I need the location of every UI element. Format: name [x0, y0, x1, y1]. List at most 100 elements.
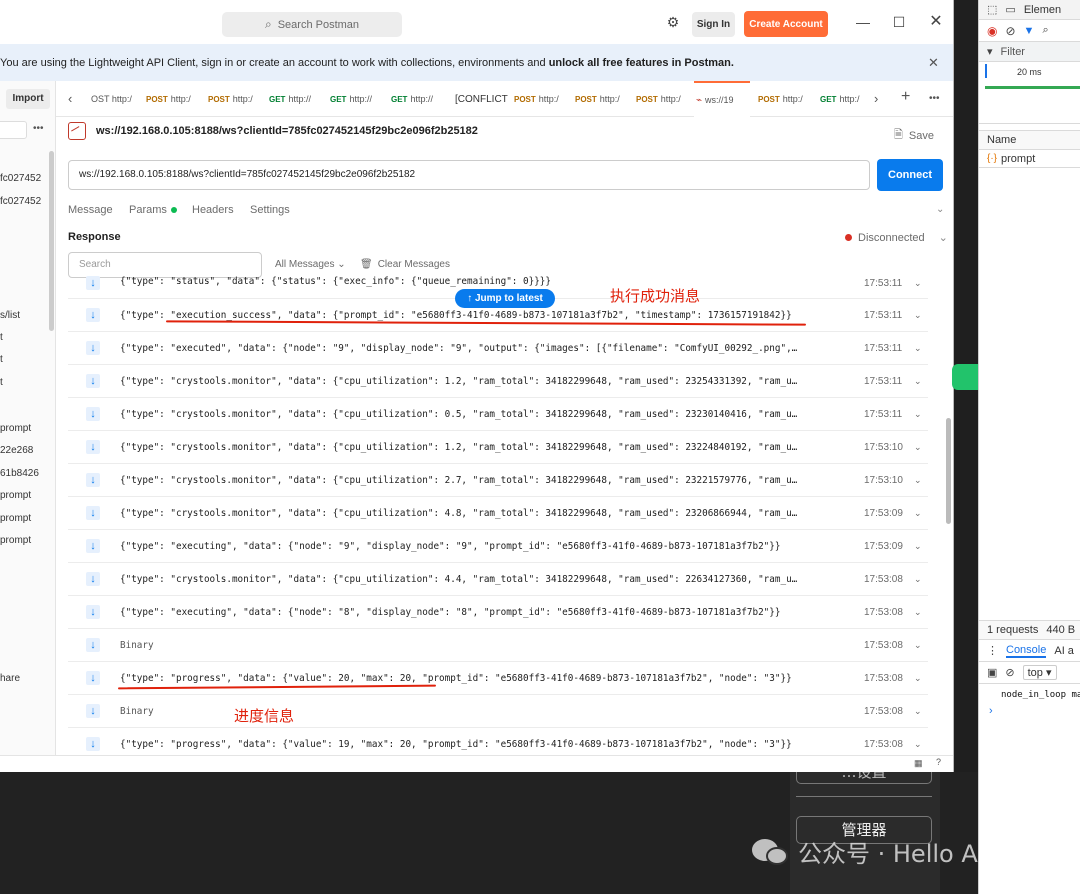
url-input[interactable]: ws://192.168.0.105:8188/ws?clientId=785f… — [68, 160, 870, 190]
message-row[interactable]: ↓ {"type": "crystools.monitor", "data": {… — [68, 398, 928, 431]
sidebar-item[interactable]: prompt — [0, 513, 31, 524]
tab-ai-assistance[interactable]: AI a — [1054, 645, 1074, 657]
tab-console[interactable]: Console — [1006, 644, 1047, 658]
tab-elements[interactable]: Elemen — [1024, 4, 1061, 16]
message-list-scrollbar[interactable] — [946, 418, 951, 524]
request-tab[interactable]: GET http:// — [328, 81, 386, 117]
tab-headers[interactable]: Headers — [192, 204, 250, 216]
message-row[interactable]: ↓ {"type": "crystools.monitor", "data": {… — [68, 365, 928, 398]
clear-icon[interactable]: ⊘ — [1005, 24, 1015, 38]
message-row[interactable]: ↓ {"type": "crystools.monitor", "data": {… — [68, 464, 928, 497]
sidebar-more-icon[interactable]: ••• — [33, 123, 44, 134]
new-tab-plus-icon[interactable]: + — [901, 88, 910, 106]
expand-chevron-icon[interactable]: ⌄ — [914, 508, 922, 519]
request-tab[interactable]: POST http:/ — [206, 81, 264, 117]
expand-chevron-icon[interactable]: ⌄ — [914, 640, 922, 651]
request-tab[interactable]: [CONFLICT — [450, 81, 508, 117]
collapse-chevron-icon[interactable]: ⌄ — [936, 204, 944, 215]
tab-settings[interactable]: Settings — [250, 204, 310, 216]
sidebar-item[interactable]: fc027452 — [0, 173, 41, 184]
request-tab[interactable]: GET http:/ — [818, 81, 868, 117]
request-tab[interactable]: OST http:/ — [86, 81, 142, 117]
tabs-next-icon[interactable]: › — [874, 91, 878, 106]
sidebar-item[interactable]: 22e268 — [0, 445, 33, 456]
message-row[interactable]: ↓ {"type": "executed", "data": {"node": "… — [68, 332, 928, 365]
request-title[interactable]: ws://192.168.0.105:8188/ws?clientId=785f… — [96, 125, 478, 137]
request-tab[interactable]: GET http:// — [389, 81, 447, 117]
sidebar-item-share[interactable]: hare — [0, 673, 20, 684]
jump-to-latest-button[interactable]: ↑ Jump to latest — [455, 289, 555, 308]
expand-chevron-icon[interactable]: ⌄ — [914, 541, 922, 552]
tabs-prev-icon[interactable]: ‹ — [68, 91, 72, 106]
import-button[interactable]: Import — [6, 89, 50, 109]
clear-console-icon[interactable]: ⊘ — [1005, 666, 1014, 679]
request-tab-active[interactable]: ⌁ ws://19 — [694, 81, 750, 117]
close-icon[interactable]: ✕ — [928, 14, 944, 30]
sign-in-button[interactable]: Sign In — [692, 12, 735, 37]
expand-chevron-icon[interactable]: ⌄ — [914, 574, 922, 585]
connect-button[interactable]: Connect — [877, 159, 943, 191]
drawer-menu-icon[interactable]: ⋮ — [987, 644, 998, 657]
sidebar-item[interactable]: t — [0, 377, 3, 388]
expand-chevron-icon[interactable]: ⌄ — [914, 706, 922, 717]
expand-chevron-icon[interactable]: ⌄ — [914, 409, 922, 420]
expand-chevron-icon[interactable]: ⌄ — [914, 673, 922, 684]
request-tab[interactable]: POST http:/ — [144, 81, 202, 117]
message-row[interactable]: ↓ {"type": "crystools.monitor", "data": {… — [68, 563, 928, 596]
network-request-row[interactable]: {·} prompt — [979, 150, 1080, 168]
sidebar-item[interactable]: prompt — [0, 490, 31, 501]
sidebar-item[interactable]: prompt — [0, 535, 31, 546]
sidebar-item[interactable]: 61b8426 — [0, 468, 39, 479]
devtools-filter-bar[interactable]: ▾ Filter — [979, 42, 1080, 62]
tab-params[interactable]: Params — [129, 204, 192, 216]
sidebar-item[interactable]: s/list — [0, 310, 20, 321]
message-row[interactable]: ↓ Binary 17:53:08 ⌄ — [68, 695, 928, 728]
record-icon[interactable]: ◉ — [987, 24, 997, 38]
search-icon[interactable]: ⌕ — [1042, 24, 1048, 37]
minimize-icon[interactable]: — — [855, 14, 871, 30]
inspect-icon[interactable]: ⬚ — [987, 3, 997, 16]
device-toolbar-icon[interactable]: ▭ — [1005, 3, 1015, 16]
tabs-more-icon[interactable]: ••• — [929, 93, 940, 104]
floating-chat-icon[interactable] — [952, 364, 978, 390]
expand-chevron-icon[interactable]: ⌄ — [914, 475, 922, 486]
expand-chevron-icon[interactable]: ⌄ — [914, 376, 922, 387]
request-tab[interactable]: POST http:/ — [634, 81, 692, 117]
message-row[interactable]: ↓ {"type": "executing", "data": {"node": … — [68, 530, 928, 563]
expand-chevron-icon[interactable]: ⌄ — [914, 278, 922, 289]
message-row[interactable]: ↓ {"type": "progress", "data": {"value": … — [68, 662, 928, 695]
request-tab[interactable]: GET http:// — [267, 81, 325, 117]
tab-message[interactable]: Message — [68, 204, 129, 216]
message-row[interactable]: ↓ Binary 17:53:08 ⌄ — [68, 629, 928, 662]
console-prompt-icon[interactable]: › — [989, 705, 993, 717]
settings-gear-icon[interactable]: ⚙ — [665, 14, 681, 30]
layout-icon[interactable]: ▦ — [914, 758, 923, 769]
expand-chevron-icon[interactable]: ⌄ — [914, 739, 922, 750]
column-name[interactable]: Name — [987, 134, 1016, 146]
message-row[interactable]: ↓ {"type": "crystools.monitor", "data": {… — [68, 431, 928, 464]
message-row[interactable]: ↓ {"type": "crystools.monitor", "data": {… — [68, 497, 928, 530]
sidebar-item[interactable]: prompt — [0, 423, 31, 434]
help-icon[interactable]: ? — [936, 757, 941, 767]
expand-chevron-icon[interactable]: ⌄ — [914, 442, 922, 453]
global-search[interactable]: ⌕ Search Postman — [222, 12, 402, 37]
create-account-button[interactable]: Create Account — [744, 11, 828, 37]
banner-close-icon[interactable]: ✕ — [928, 55, 939, 71]
request-tab[interactable]: POST http:/ — [756, 81, 814, 117]
save-button[interactable]: 🗎 Save — [894, 126, 934, 145]
context-select[interactable]: top ▾ — [1022, 665, 1057, 680]
sidebar-scrollbar[interactable] — [49, 151, 54, 331]
filter-funnel-icon[interactable]: ▼ — [1024, 25, 1035, 37]
sidebar-item[interactable]: fc027452 — [0, 196, 41, 207]
expand-chevron-icon[interactable]: ⌄ — [914, 343, 922, 354]
expand-chevron-icon[interactable]: ⌄ — [914, 310, 922, 321]
status-chevron-icon[interactable]: ⌄ — [939, 231, 948, 244]
sidebar-item[interactable]: t — [0, 354, 3, 365]
sidebar-item[interactable]: t — [0, 332, 3, 343]
request-tab[interactable]: POST http:/ — [512, 81, 570, 117]
request-tab[interactable]: POST http:/ — [573, 81, 631, 117]
message-row[interactable]: ↓ {"type": "executing", "data": {"node": … — [68, 596, 928, 629]
sidebar-search-input[interactable] — [0, 121, 27, 139]
maximize-icon[interactable]: ☐ — [891, 14, 907, 30]
sidebar-toggle-icon[interactable]: ▣ — [987, 666, 997, 679]
